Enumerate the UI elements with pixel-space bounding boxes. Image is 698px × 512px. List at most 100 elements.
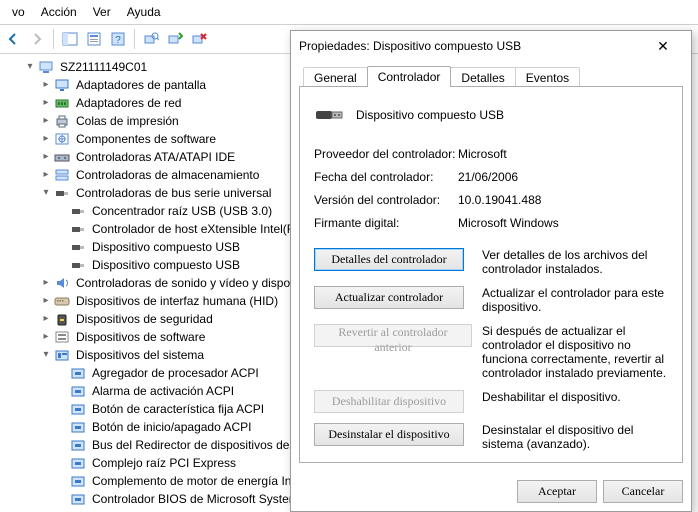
property-label: Firmante digital: <box>314 216 458 230</box>
scan-hardware-icon[interactable] <box>140 28 162 50</box>
menu-item[interactable]: Acción <box>33 3 85 21</box>
usb-device-icon <box>314 101 346 129</box>
action-row: Revertir al controlador anteriorSi despu… <box>314 324 668 380</box>
menu-item[interactable]: Ayuda <box>119 3 169 21</box>
property-value: 21/06/2006 <box>458 170 668 184</box>
tree-twisty-icon <box>54 491 70 507</box>
driver-action-button[interactable]: Detalles del controlador <box>314 248 464 271</box>
tab-general[interactable]: General <box>303 67 368 88</box>
tree-node-label: Controladoras de bus serie universal <box>74 184 273 202</box>
action-description: Deshabilitar el dispositivo. <box>472 390 668 413</box>
dialog-title: Propiedades: Dispositivo compuesto USB <box>299 39 643 53</box>
tree-twisty-icon[interactable]: ▸ <box>38 95 54 111</box>
tree-twisty-icon[interactable]: ▸ <box>38 149 54 165</box>
sys-icon <box>70 437 86 453</box>
forward-icon[interactable] <box>26 28 48 50</box>
sys-icon <box>70 491 86 507</box>
action-row: Desinstalar el dispositivo Desinstalar el… <box>314 423 668 451</box>
usb-icon <box>70 203 86 219</box>
tree-twisty-icon[interactable]: ▾ <box>38 185 54 201</box>
tree-node-label: Controladoras ATA/ATAPI IDE <box>74 148 237 166</box>
sys-icon <box>70 401 86 417</box>
tree-node-label: Dispositivos de software <box>74 328 207 346</box>
show-hide-tree-icon[interactable] <box>59 28 81 50</box>
tree-twisty-icon <box>54 257 70 273</box>
tree-node-label: Colas de impresión <box>74 112 181 130</box>
menu-item[interactable]: vo <box>4 3 33 21</box>
tree-twisty-icon[interactable]: ▸ <box>38 131 54 147</box>
tree-node-label: Controladoras de almacenamiento <box>74 166 261 184</box>
tree-twisty-icon <box>54 365 70 381</box>
tree-twisty-icon <box>54 473 70 489</box>
usb-icon <box>70 257 86 273</box>
sys-icon <box>70 473 86 489</box>
dialog-titlebar[interactable]: Propiedades: Dispositivo compuesto USB ✕ <box>291 31 691 61</box>
storage-icon <box>54 167 70 183</box>
usb-icon <box>70 239 86 255</box>
sw-icon <box>54 131 70 147</box>
tree-node-label: Adaptadores de red <box>74 94 183 112</box>
property-row: Proveedor del controlador:Microsoft <box>314 147 668 161</box>
tree-twisty-icon[interactable]: ▸ <box>38 329 54 345</box>
tree-node-label: Dispositivos de seguridad <box>74 310 215 328</box>
tree-node-label: SZ21111149C01 <box>58 58 149 76</box>
property-row: Firmante digital:Microsoft Windows <box>314 216 668 230</box>
tree-node-label: Botón de inicio/apagado ACPI <box>90 418 253 436</box>
back-icon[interactable] <box>2 28 24 50</box>
sys-icon <box>70 365 86 381</box>
menu-bar: vo Acción Ver Ayuda <box>0 0 698 24</box>
sw2-icon <box>54 329 70 345</box>
cancel-button[interactable]: Cancelar <box>603 480 683 503</box>
driver-action-button[interactable]: Actualizar controlador <box>314 286 464 309</box>
properties-dialog: Propiedades: Dispositivo compuesto USB ✕… <box>290 30 692 512</box>
tree-node-label: Dispositivos del sistema <box>74 346 206 364</box>
action-row: Actualizar controlador Actualizar el cont… <box>314 286 668 314</box>
tab-detalles[interactable]: Detalles <box>450 67 515 88</box>
close-icon[interactable]: ✕ <box>643 31 683 61</box>
update-driver-icon[interactable] <box>164 28 186 50</box>
tree-twisty-icon[interactable]: ▸ <box>38 113 54 129</box>
property-value: Microsoft Windows <box>458 216 668 230</box>
action-description: Actualizar el controlador para este disp… <box>472 286 668 314</box>
ok-button[interactable]: Aceptar <box>517 480 597 503</box>
tree-twisty-icon <box>54 203 70 219</box>
tree-node-label: Agregador de procesador ACPI <box>90 364 261 382</box>
menu-item[interactable]: Ver <box>85 3 119 21</box>
tree-twisty-icon[interactable]: ▸ <box>38 167 54 183</box>
action-row: Detalles del controlador Ver detalles de … <box>314 248 668 276</box>
property-row: Versión del controlador:10.0.19041.488 <box>314 193 668 207</box>
action-description: Ver detalles de los archivos del control… <box>472 248 668 276</box>
tree-twisty-icon[interactable]: ▾ <box>22 59 38 75</box>
usb-icon <box>70 221 86 237</box>
tab-controlador[interactable]: Controlador <box>367 66 452 87</box>
uninstall-device-icon[interactable] <box>188 28 210 50</box>
tree-twisty-icon <box>54 239 70 255</box>
tree-twisty-icon <box>54 221 70 237</box>
driver-action-button[interactable]: Desinstalar el dispositivo <box>314 423 464 446</box>
tree-twisty-icon[interactable]: ▸ <box>38 275 54 291</box>
tree-twisty-icon[interactable]: ▾ <box>38 347 54 363</box>
sound-icon <box>54 275 70 291</box>
tree-twisty-icon[interactable]: ▸ <box>38 311 54 327</box>
help-icon[interactable]: ? <box>107 28 129 50</box>
usb-ctrl-icon <box>54 185 70 201</box>
tree-node-label: Complejo raíz PCI Express <box>90 454 238 472</box>
hid-icon <box>54 293 70 309</box>
tree-twisty-icon[interactable]: ▸ <box>38 77 54 93</box>
tree-node-label: Componentes de software <box>74 130 218 148</box>
svg-text:?: ? <box>115 35 121 46</box>
action-description: Desinstalar el dispositivo del sistema (… <box>472 423 668 451</box>
tree-twisty-icon <box>54 419 70 435</box>
tree-node-label: Botón de característica fija ACPI <box>90 400 266 418</box>
sys-icon <box>70 455 86 471</box>
tree-node-label: Dispositivo compuesto USB <box>90 256 242 274</box>
tree-node-label: Concentrador raíz USB (USB 3.0) <box>90 202 274 220</box>
property-label: Proveedor del controlador: <box>314 147 458 161</box>
printer-icon <box>54 113 70 129</box>
tab-strip: General Controlador Detalles Eventos <box>299 65 683 87</box>
properties-icon[interactable] <box>83 28 105 50</box>
tree-twisty-icon[interactable]: ▸ <box>38 293 54 309</box>
property-row: Fecha del controlador:21/06/2006 <box>314 170 668 184</box>
tab-eventos[interactable]: Eventos <box>515 67 580 88</box>
tree-node-label: Complemento de motor de energía Intel(R) <box>90 472 323 490</box>
